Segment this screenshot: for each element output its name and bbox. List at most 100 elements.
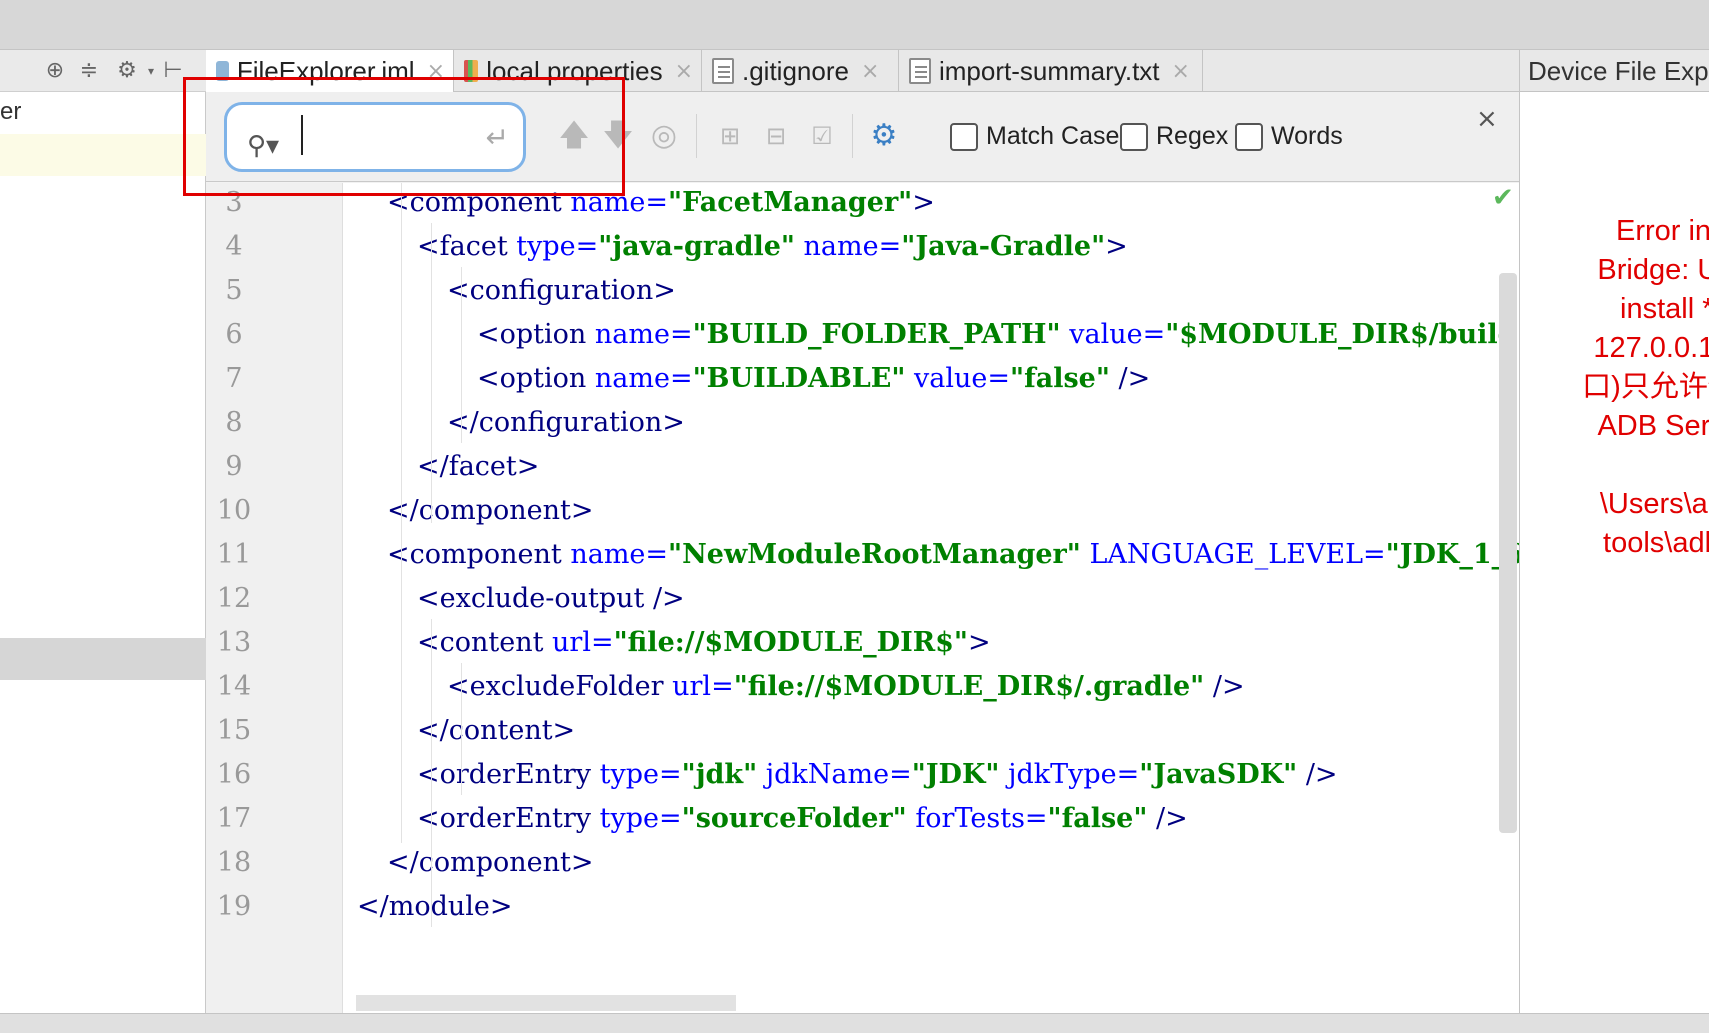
code-line[interactable]: <component name="NewModuleRootManager" L… (387, 531, 1519, 579)
xml-tag: </module> (357, 891, 513, 922)
attribute-name: value= (1069, 319, 1166, 350)
line-number: 16 (216, 759, 252, 790)
line-number: 19 (216, 891, 252, 922)
line-number: 15 (216, 715, 252, 746)
xml-tag: <option (477, 319, 595, 350)
code-line[interactable]: </component> (387, 487, 1519, 535)
attribute-name: url= (552, 627, 614, 658)
code-line[interactable]: </content> (417, 707, 1519, 755)
line-number: 4 (225, 231, 243, 262)
line-number: 12 (216, 583, 252, 614)
attribute-value: "false" (1047, 803, 1148, 834)
code-line[interactable]: <option name="BUILDABLE" value="false" /… (477, 355, 1519, 403)
attribute-name: name= (570, 539, 669, 570)
code-line[interactable]: </component> (387, 839, 1519, 887)
error-line: \Users\aaa\ (1599, 488, 1709, 520)
code-area[interactable]: <component name="FacetManager"> <facet ty… (343, 183, 1519, 1013)
horizontal-scrollbar[interactable] (356, 995, 736, 1011)
attribute-value: "false" (1010, 363, 1110, 394)
indent-guide (461, 267, 462, 443)
inspection-ok-icon: ✔ (1492, 183, 1514, 213)
xml-tag: </configuration> (447, 407, 685, 438)
code-line[interactable]: <excludeFolder url="file://$MODULE_DIR$/… (447, 663, 1519, 711)
code-line[interactable]: </facet> (417, 443, 1519, 491)
gear-icon[interactable]: ⚙ (866, 114, 902, 158)
project-toolbar: ⊕ ≑ ⚙ ▾ ⊢ (0, 50, 206, 92)
match-case-checkbox[interactable]: Match Case (950, 122, 1119, 151)
tab-label: import-summary.txt (939, 55, 1160, 86)
close-icon[interactable]: × (675, 59, 693, 84)
attribute-name: type= (599, 803, 682, 834)
checkbox-label: Regex (1156, 122, 1229, 150)
remove-occurrence-icon[interactable]: ⊟ (758, 114, 794, 158)
attribute-name: name= (594, 319, 693, 350)
title-bar (0, 0, 1709, 50)
attribute-value: "file://$MODULE_DIR$" (613, 627, 968, 658)
collapse-all-icon[interactable]: ≑ (76, 58, 102, 84)
xml-tag: <excludeFolder (447, 671, 673, 702)
code-line[interactable]: </module> (357, 883, 1519, 931)
project-tree-item[interactable]: er (0, 98, 21, 126)
line-number: 7 (225, 363, 243, 394)
error-line: Error initi (1615, 215, 1709, 247)
error-message: Error initi Bridge: Una install *s 127.0… (1520, 212, 1709, 563)
xml-tag: </component> (387, 847, 594, 878)
vertical-scrollbar[interactable] (1499, 273, 1517, 833)
line-number: 8 (225, 407, 243, 438)
checkbox-box[interactable] (1235, 122, 1263, 151)
attribute-value: "FacetManager" (668, 187, 913, 218)
xml-tag: /> (1147, 803, 1188, 834)
indent-guide (431, 223, 432, 523)
xml-tag: > (1105, 231, 1128, 262)
xml-tag (905, 363, 914, 394)
select-all-occurrences-icon[interactable]: ☑ (804, 114, 840, 158)
line-number: 6 (225, 319, 243, 350)
checkbox-label: Words (1271, 122, 1343, 150)
attribute-name: type= (516, 231, 599, 262)
attribute-name: type= (599, 759, 682, 790)
error-line: install *s (1620, 293, 1709, 325)
project-panel: ⊕ ≑ ⚙ ▾ ⊢ er (0, 50, 206, 1013)
xml-tag: <option (477, 363, 595, 394)
find-all-icon[interactable]: ◎ (646, 114, 682, 158)
xml-tag: </content> (417, 715, 576, 746)
xml-tag: </component> (387, 495, 594, 526)
close-icon[interactable]: × (1476, 104, 1498, 134)
code-line[interactable]: <option name="BUILD_FOLDER_PATH" value="… (477, 311, 1519, 359)
code-line[interactable]: <orderEntry type="sourceFolder" forTests… (417, 795, 1519, 843)
code-line[interactable]: <exclude-output /> (417, 575, 1519, 623)
xml-tag: <component (387, 539, 571, 570)
line-number: 13 (216, 627, 252, 658)
code-line[interactable]: <orderEntry type="jdk" jdkName="JDK" jdk… (417, 751, 1519, 799)
code-line[interactable]: <configuration> (447, 267, 1519, 315)
xml-tag: </facet> (417, 451, 540, 482)
words-checkbox[interactable]: Words (1235, 122, 1343, 151)
checkbox-box[interactable] (1120, 122, 1148, 151)
tab-gitignore[interactable]: .gitignore × (702, 50, 899, 92)
xml-tag: <orderEntry (417, 803, 600, 834)
line-number: 11 (216, 539, 252, 570)
attribute-value: "JDK" (911, 759, 1000, 790)
xml-tag (757, 759, 766, 790)
attribute-name: jdkType= (1008, 759, 1140, 790)
attribute-name: forTests= (915, 803, 1048, 834)
xml-tag: > (967, 627, 991, 658)
code-editor[interactable]: 3 4 5 6 7 8 9 10 11 12 13 14 15 16 17 18 19 <component n… (206, 183, 1519, 1013)
gear-icon[interactable]: ⚙ (114, 58, 140, 84)
line-number: 14 (216, 671, 252, 702)
attribute-value: "file://$MODULE_DIR$/.gradle" (733, 671, 1205, 702)
add-occurrence-icon[interactable]: ⊞ (712, 114, 748, 158)
code-line[interactable]: <content url="file://$MODULE_DIR$"> (417, 619, 1519, 667)
regex-checkbox[interactable]: Regex (1120, 122, 1228, 151)
project-tree-row[interactable] (0, 638, 206, 680)
code-line[interactable]: <facet type="java-gradle" name="Java-Gra… (417, 223, 1519, 271)
checkbox-box[interactable] (950, 122, 978, 151)
project-tree-selected-row[interactable] (0, 134, 206, 176)
close-icon[interactable]: × (861, 59, 879, 84)
text-file-icon (712, 58, 734, 84)
locate-icon[interactable]: ⊕ (42, 58, 68, 84)
close-icon[interactable]: × (1172, 59, 1190, 84)
tab-import-summary[interactable]: import-summary.txt × (899, 50, 1203, 92)
code-line[interactable]: </configuration> (447, 399, 1519, 447)
line-number: 9 (225, 451, 243, 482)
